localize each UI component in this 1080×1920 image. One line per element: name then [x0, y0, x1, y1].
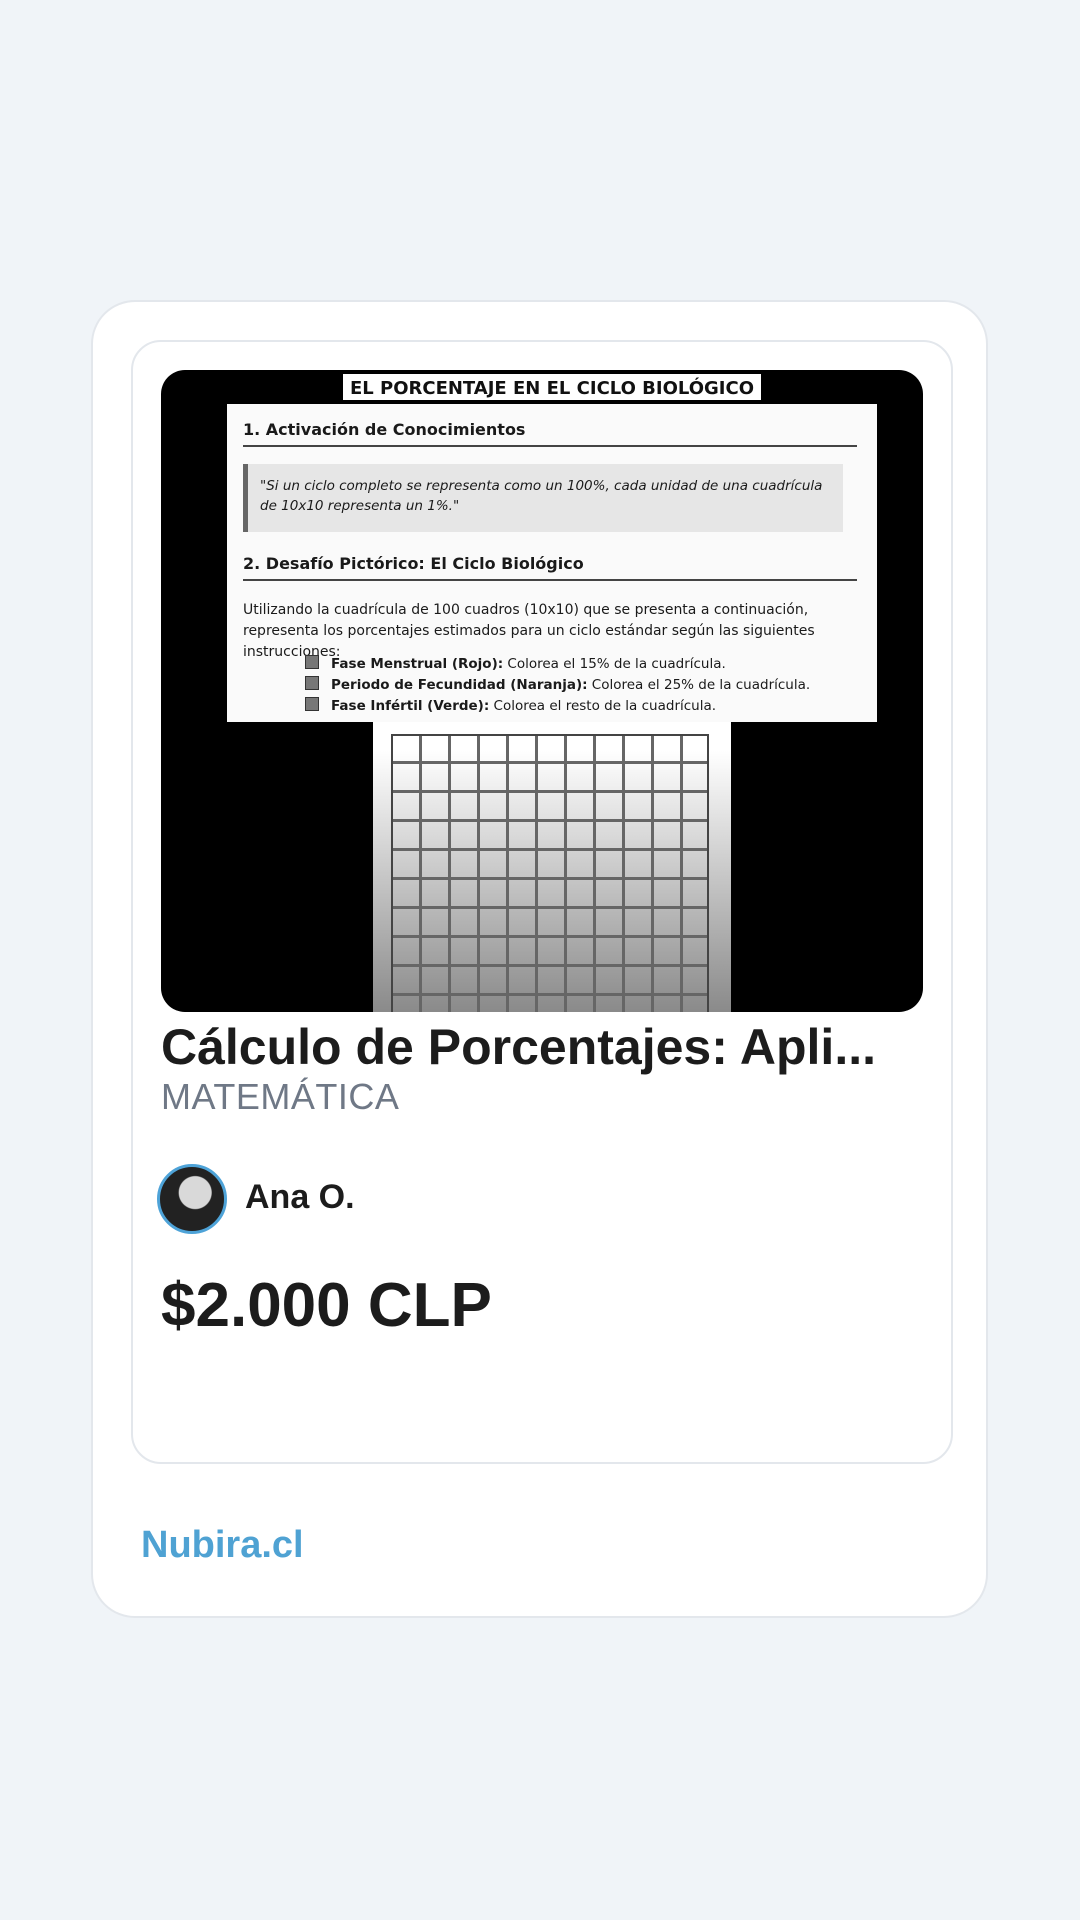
- percentage-grid: [391, 734, 709, 1012]
- product-thumbnail[interactable]: EL PORCENTAJE EN EL CICLO BIOLÓGICO 1. A…: [161, 370, 923, 1012]
- author-avatar[interactable]: [157, 1164, 227, 1234]
- checkbox-icon: [305, 697, 319, 711]
- doc-section-2-heading: 2. Desafío Pictórico: El Ciclo Biológico: [243, 554, 857, 581]
- doc-instruction: Fase Infértil (Verde): Colorea el resto …: [305, 696, 865, 716]
- doc-quote: "Si un ciclo completo se representa como…: [243, 464, 843, 532]
- product-card-inner[interactable]: EL PORCENTAJE EN EL CICLO BIOLÓGICO 1. A…: [131, 340, 953, 1464]
- checkbox-icon: [305, 655, 319, 669]
- doc-instruction: Fase Menstrual (Rojo): Colorea el 15% de…: [305, 654, 865, 674]
- checkbox-icon: [305, 676, 319, 690]
- doc-instruction: Periodo de Fecundidad (Naranja): Colorea…: [305, 675, 865, 695]
- product-subject: MATEMÁTICA: [161, 1076, 400, 1117]
- doc-title: EL PORCENTAJE EN EL CICLO BIOLÓGICO: [343, 374, 761, 400]
- brand-logo[interactable]: Nubira.cl: [141, 1524, 304, 1567]
- product-card[interactable]: EL PORCENTAJE EN EL CICLO BIOLÓGICO 1. A…: [91, 300, 988, 1618]
- doc-page: 1. Activación de Conocimientos "Si un ci…: [227, 404, 877, 722]
- doc-section-1-heading: 1. Activación de Conocimientos: [243, 420, 857, 447]
- product-price: $2.000 CLP: [161, 1271, 492, 1340]
- doc-grid-area: [373, 722, 731, 1012]
- product-title[interactable]: Cálculo de Porcentajes: Apli...: [161, 1018, 931, 1076]
- author-name[interactable]: Ana O.: [245, 1178, 355, 1217]
